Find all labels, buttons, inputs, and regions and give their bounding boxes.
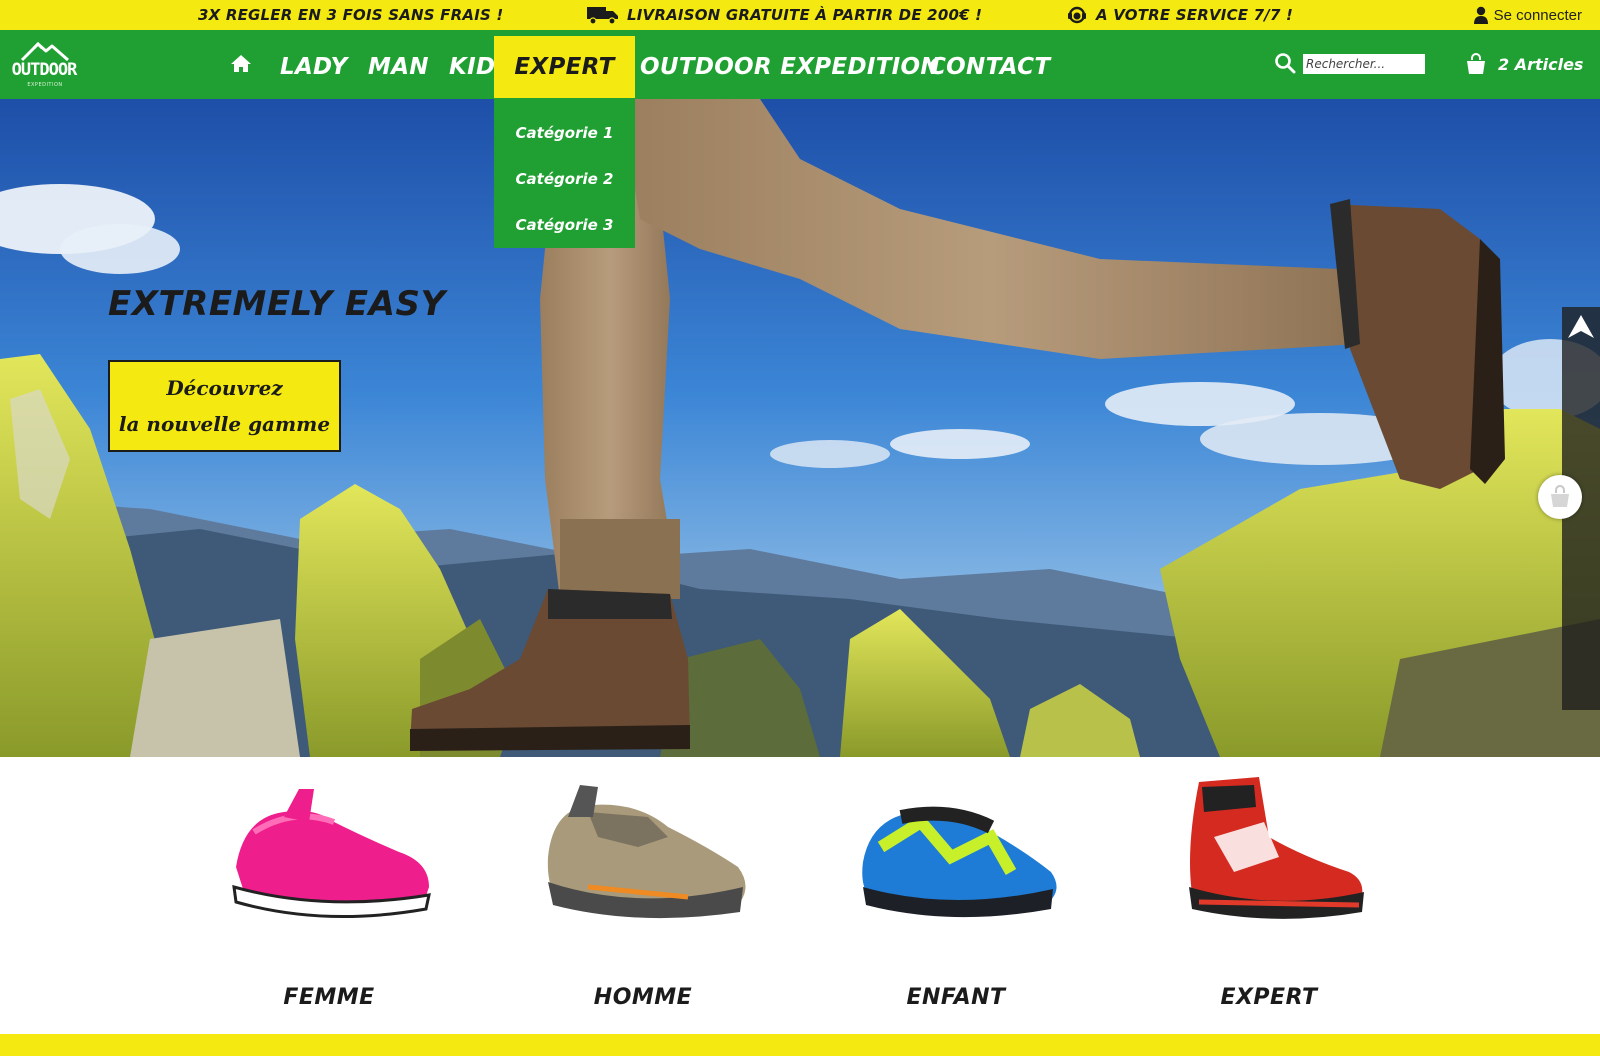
promo-delivery-text: LIVRAISON GRATUITE À PARTIR DE 200€ ! <box>627 6 983 24</box>
mountain-logo-icon <box>20 41 69 62</box>
category-expert[interactable]: EXPERT <box>1154 767 1384 1010</box>
dropdown-item-category-2[interactable]: Catégorie 2 <box>494 156 635 202</box>
shopping-bag-icon <box>1467 53 1485 74</box>
category-label-homme: HOMME <box>593 985 693 1010</box>
nav-outdoor-expedition[interactable]: OUTDOOR EXPEDITION <box>640 36 940 98</box>
nav-contact[interactable]: CONTACT <box>929 36 1050 98</box>
truck-icon <box>587 7 618 25</box>
discover-range-button[interactable]: Découvrez la nouvelle gamme <box>108 360 341 452</box>
cta-line-2: la nouvelle gamme <box>118 412 331 436</box>
pink-sneaker-icon <box>232 789 431 919</box>
nav-lady[interactable]: LADY <box>280 36 347 98</box>
category-label-expert: EXPERT <box>1220 985 1318 1010</box>
search-input[interactable] <box>1303 54 1425 74</box>
mountaineering-boot-icon <box>1189 777 1364 919</box>
shopping-bag-icon <box>1551 485 1569 507</box>
category-femme[interactable]: FEMME <box>214 767 444 1010</box>
dropdown-item-category-1[interactable]: Catégorie 1 <box>494 110 635 156</box>
logo-text: OUTDOOR <box>11 60 78 80</box>
search-icon[interactable] <box>1274 52 1296 74</box>
promo-bar: 3X REGLER EN 3 FOIS SANS FRAIS ! LIVRAIS… <box>0 0 1600 30</box>
dropdown-item-category-3[interactable]: Catégorie 3 <box>494 202 635 248</box>
kids-shoe-icon <box>862 806 1057 918</box>
category-homme[interactable]: HOMME <box>528 767 758 1010</box>
logo[interactable]: OUTDOOR EXPEDITION <box>8 38 80 93</box>
login-label: Se connecter <box>1493 6 1582 24</box>
promo-delivery: LIVRAISON GRATUITE À PARTIR DE 200€ ! <box>587 0 982 30</box>
footer-bar <box>0 1034 1600 1056</box>
nav-expert[interactable]: EXPERT <box>494 36 635 98</box>
cart-button[interactable]: 2 Articles <box>1466 50 1583 78</box>
category-label-femme: FEMME <box>283 985 375 1010</box>
support-icon <box>1068 6 1086 24</box>
logo-subtext: EXPEDITION <box>27 82 63 88</box>
promo-service-text: A VOTRE SERVICE 7/7 ! <box>1096 6 1294 24</box>
side-cart-button[interactable] <box>1538 475 1582 519</box>
login-link[interactable]: Se connecter <box>1473 0 1582 30</box>
scroll-up-arrow-icon[interactable] <box>1565 312 1597 342</box>
cart-label: 2 Articles <box>1498 54 1584 74</box>
user-icon <box>1473 6 1488 24</box>
nav-kid[interactable]: KID <box>449 36 495 98</box>
promo-service: A VOTRE SERVICE 7/7 ! <box>1066 0 1293 30</box>
expert-dropdown-menu: Catégorie 1 Catégorie 2 Catégorie 3 <box>494 98 635 248</box>
promo-payment-text: 3X REGLER EN 3 FOIS SANS FRAIS ! <box>198 6 504 24</box>
nav-man[interactable]: MAN <box>368 36 429 98</box>
category-label-enfant: ENFANT <box>906 985 1006 1010</box>
hiking-shoe-icon <box>547 785 746 919</box>
promo-payment: 3X REGLER EN 3 FOIS SANS FRAIS ! <box>198 0 503 30</box>
home-icon[interactable] <box>229 52 253 76</box>
category-section: FEMME HOMME ENFANT EXPERT <box>0 757 1600 1032</box>
hero-title: EXTREMELY EASY <box>108 284 446 324</box>
category-enfant[interactable]: ENFANT <box>841 767 1071 1010</box>
hero-banner: EXTREMELY EASY Découvrez la nouvelle gam… <box>0 99 1600 757</box>
cta-line-1: Découvrez <box>166 376 283 400</box>
